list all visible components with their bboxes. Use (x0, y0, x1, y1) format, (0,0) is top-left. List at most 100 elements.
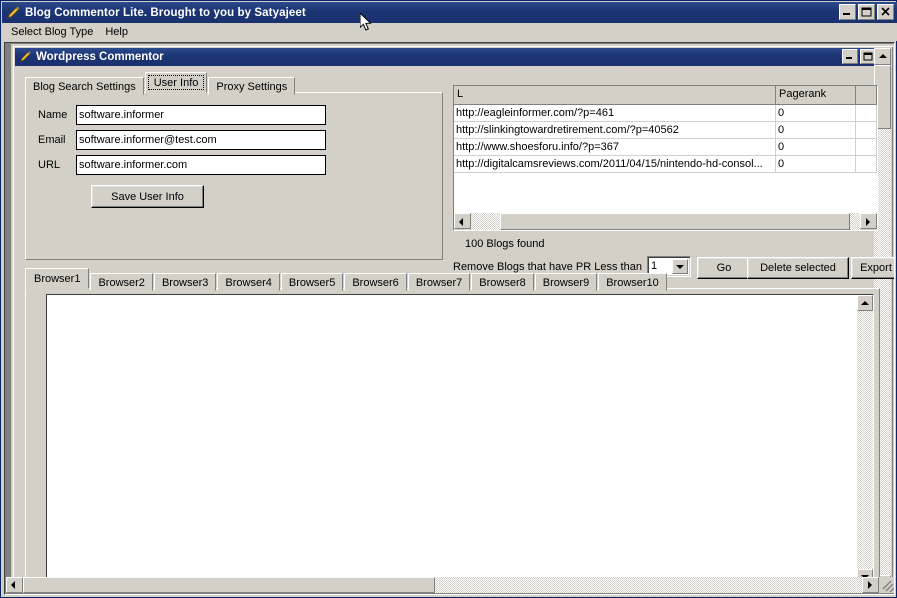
tab-label: Proxy Settings (216, 81, 288, 93)
menu-item-help[interactable]: Help (99, 25, 134, 39)
application-root: Blog Commentor Lite. Brought to you by S… (0, 0, 897, 598)
results-grid[interactable]: L Pagerank http://eagleinformer.com/?p=4… (453, 85, 878, 231)
email-input[interactable] (76, 130, 326, 150)
browser-tab-1[interactable]: Browser1 (25, 268, 90, 289)
grid-header-row: L Pagerank (454, 86, 877, 105)
browser-tab-6[interactable]: Browser6 (344, 273, 407, 291)
browser-tab-control: Browser1 Browser2 Browser3 Browser4 Brow (25, 268, 880, 588)
child-title-text: Wordpress Commentor (36, 51, 164, 63)
tab-label: Browser6 (352, 277, 399, 289)
menu-item-select-blog-type[interactable]: Select Blog Type (5, 25, 99, 39)
scroll-right-arrow-icon[interactable] (862, 577, 879, 593)
url-row: URL (26, 155, 326, 175)
name-label: Name (38, 109, 68, 121)
browser-tab-3[interactable]: Browser3 (153, 273, 217, 291)
browser-content-area[interactable] (46, 294, 874, 586)
table-row[interactable]: http://digitalcamsreviews.com/2011/04/15… (454, 156, 877, 173)
cell-pagerank: 0 (776, 139, 856, 156)
settings-tab-control: Blog Search Settings User Info Proxy Set… (25, 72, 443, 262)
mdi-horizontal-scrollbar[interactable] (6, 577, 894, 593)
cell-extra (856, 122, 877, 139)
main-title-text: Blog Commentor Lite. Brought to you by S… (25, 6, 306, 19)
mdi-scroll-thumb[interactable] (23, 577, 435, 593)
tab-label: Browser5 (288, 277, 336, 289)
tab-label: Browser8 (479, 277, 526, 289)
scroll-left-arrow-icon[interactable] (454, 213, 471, 229)
cell-url: http://eagleinformer.com/?p=461 (454, 105, 776, 122)
grid-header-extra[interactable] (856, 86, 877, 105)
cell-url: http://slinkingtowardretirement.com/?p=4… (454, 122, 776, 139)
table-row[interactable]: http://eagleinformer.com/?p=461 0 (454, 105, 877, 122)
child-window-wordpress-commentor: Wordpress Commentor Blog Search Settings… (11, 44, 894, 592)
browser-panel (25, 288, 880, 588)
cell-extra (856, 156, 877, 173)
browser-tab-2[interactable]: Browser2 (90, 273, 153, 291)
tab-proxy-settings[interactable]: Proxy Settings (208, 77, 296, 95)
tab-label: Browser1 (34, 273, 81, 285)
browser-tab-5[interactable]: Browser5 (280, 273, 344, 291)
name-input[interactable] (76, 105, 326, 125)
browser-tab-8[interactable]: Browser8 (471, 273, 534, 291)
mdi-client-area: Wordpress Commentor Blog Search Settings… (4, 42, 895, 595)
grid-scroll-track-right[interactable] (849, 213, 860, 230)
scroll-up-arrow-icon[interactable] (874, 48, 891, 65)
minimize-button[interactable] (839, 4, 856, 20)
name-row: Name (26, 105, 326, 125)
tab-label: Blog Search Settings (33, 81, 136, 93)
cell-extra (856, 139, 877, 156)
browser-scroll-track[interactable] (857, 311, 873, 569)
child-title-bar[interactable]: Wordpress Commentor (15, 48, 877, 66)
table-row[interactable]: http://slinkingtowardretirement.com/?p=4… (454, 122, 877, 139)
email-row: Email (26, 130, 326, 150)
email-label: Email (38, 134, 66, 146)
cell-pagerank: 0 (776, 156, 856, 173)
scroll-right-arrow-icon[interactable] (860, 213, 877, 229)
cell-extra (856, 105, 877, 122)
resize-grip[interactable] (879, 577, 894, 593)
tab-label: Browser9 (542, 277, 590, 289)
grid-scroll-thumb[interactable] (499, 213, 850, 230)
grid-horizontal-scrollbar[interactable] (454, 213, 877, 230)
mdi-scroll-track[interactable] (434, 577, 862, 593)
child-window-controls (842, 49, 876, 64)
cell-url: http://www.shoesforu.info/?p=367 (454, 139, 776, 156)
tab-label: Browser10 (606, 277, 659, 289)
url-input[interactable] (76, 155, 326, 175)
menu-bar: Select Blog Type Help (2, 23, 897, 41)
url-label: URL (38, 159, 61, 171)
tab-user-info[interactable]: User Info (144, 72, 208, 93)
pencil-icon (18, 50, 32, 64)
maximize-button[interactable] (858, 4, 875, 20)
tab-label: Browser4 (225, 277, 272, 289)
browser-tab-4[interactable]: Browser4 (217, 273, 280, 291)
browser-tab-9[interactable]: Browser9 (534, 273, 598, 291)
pencil-icon (5, 5, 21, 21)
tab-label: Browser2 (98, 277, 145, 289)
tab-label: Browser7 (415, 277, 463, 289)
scroll-left-arrow-icon[interactable] (6, 577, 23, 593)
cell-pagerank: 0 (776, 122, 856, 139)
settings-tabstrip: Blog Search Settings User Info Proxy Set… (25, 72, 296, 95)
close-button[interactable] (877, 4, 894, 20)
child-minimize-button[interactable] (842, 49, 858, 64)
grid-scroll-track-left[interactable] (471, 213, 500, 230)
browser-tabstrip: Browser1 Browser2 Browser3 Browser4 Brow (25, 268, 668, 291)
cell-url: http://digitalcamsreviews.com/2011/04/15… (454, 156, 776, 173)
tab-blog-search-settings[interactable]: Blog Search Settings (25, 77, 144, 95)
table-row[interactable]: http://www.shoesforu.info/?p=367 0 (454, 139, 877, 156)
user-info-panel: Name Email URL Save User Info (25, 92, 443, 260)
blogs-found-label: 100 Blogs found (465, 238, 545, 250)
tab-label: Browser3 (161, 277, 209, 289)
grid-header-url[interactable]: L (454, 86, 776, 105)
save-user-info-button[interactable]: Save User Info (91, 185, 204, 208)
grid-header-pagerank[interactable]: Pagerank (776, 86, 856, 105)
browser-vertical-scrollbar[interactable] (857, 295, 873, 585)
scroll-up-arrow-icon[interactable] (857, 295, 873, 311)
main-title-bar[interactable]: Blog Commentor Lite. Brought to you by S… (2, 2, 897, 23)
browser-tab-7[interactable]: Browser7 (407, 273, 471, 291)
browser-tab-10[interactable]: Browser10 (598, 273, 667, 291)
main-window: Blog Commentor Lite. Brought to you by S… (0, 0, 897, 598)
tab-focus-rect (147, 75, 205, 90)
cell-pagerank: 0 (776, 105, 856, 122)
main-window-controls (839, 4, 894, 20)
